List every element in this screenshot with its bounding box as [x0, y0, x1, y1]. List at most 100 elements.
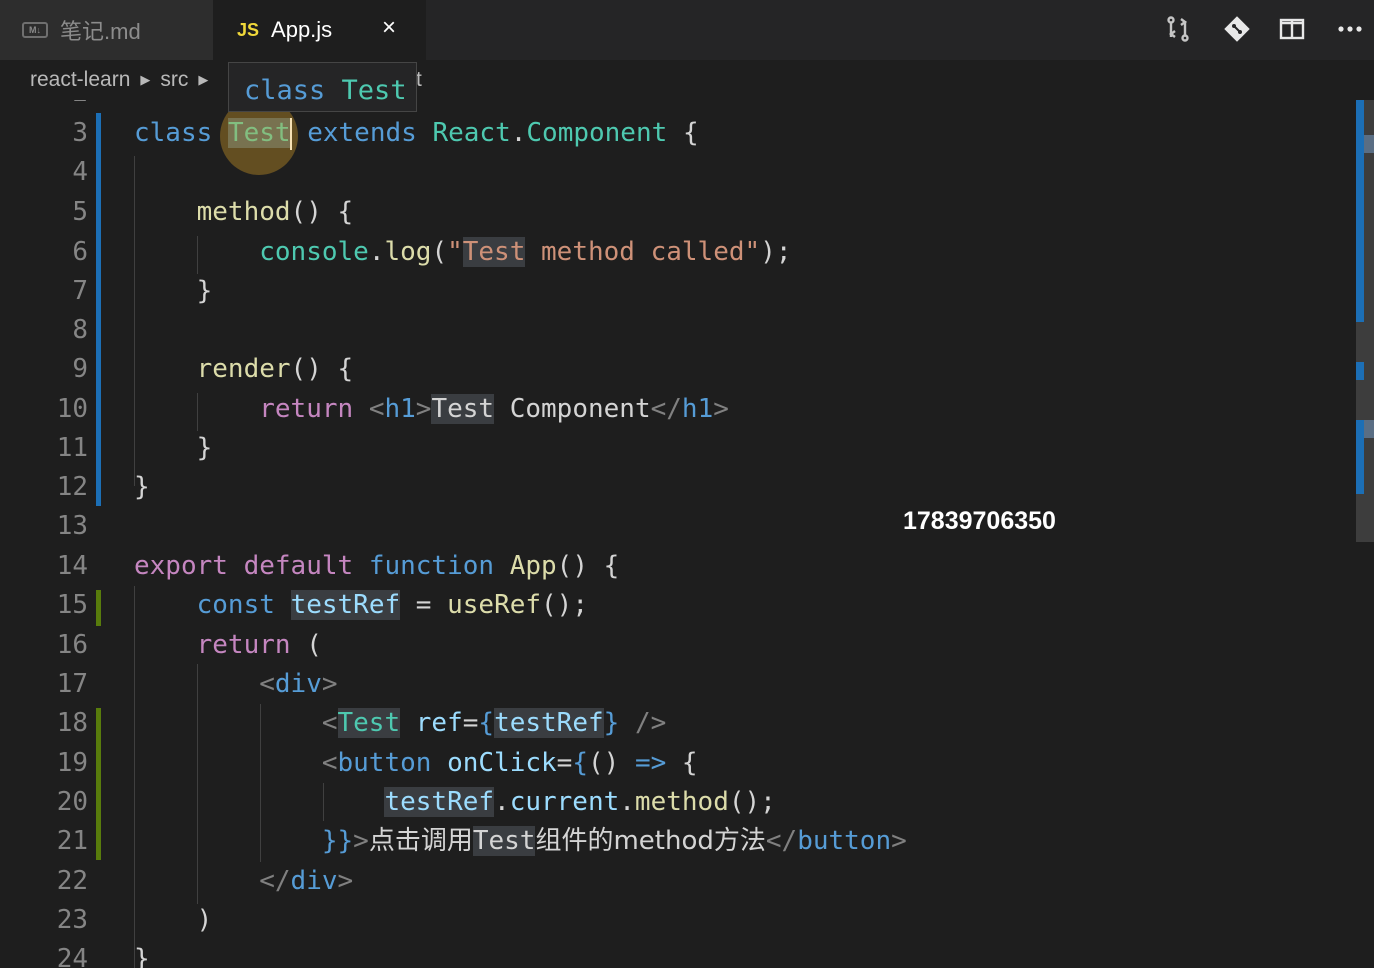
line-number: 17	[56, 669, 88, 699]
code-line: 15 const testRef = useRef();	[0, 585, 1355, 625]
line-number: 10	[56, 394, 88, 424]
overlay-watermark-number: 17839706350	[903, 507, 1056, 535]
token-tag-bracket: </	[650, 394, 682, 424]
token-arrow: =>	[634, 748, 667, 778]
token-operator: =	[400, 590, 448, 620]
token-punct: }	[196, 433, 213, 463]
line-number: 22	[56, 866, 88, 896]
token-brace: {	[478, 708, 495, 738]
code-line: 10 return <h1>Test Component</h1>	[0, 389, 1355, 429]
token-tag: div	[274, 669, 322, 699]
token-text-highlight: Test	[472, 826, 536, 856]
line-number: 21	[56, 826, 88, 856]
token-component-highlight: Test	[337, 708, 401, 738]
token-attribute: onClick	[431, 748, 557, 778]
token-punct: .	[494, 787, 510, 817]
token-punct: }	[134, 944, 150, 968]
code-editor[interactable]: 2 3 class Test extends React.Component {…	[0, 100, 1355, 968]
line-number: 5	[72, 197, 88, 227]
token-keyword: return	[196, 630, 291, 660]
token-tag-bracket: >	[891, 826, 907, 856]
markdown-icon: M↓	[22, 22, 48, 38]
code-line: 22 </div>	[0, 861, 1355, 901]
token-brace: {	[572, 748, 588, 778]
token-tag-bracket: >	[353, 826, 369, 856]
token-punct: }	[196, 276, 213, 306]
line-number: 18	[56, 708, 88, 738]
token-tag-bracket: >	[321, 669, 338, 699]
close-icon[interactable]: ×	[382, 14, 396, 42]
compare-changes-icon[interactable]	[1161, 12, 1195, 46]
token-tag: h1	[384, 394, 416, 424]
token-object: console	[259, 237, 369, 267]
breadcrumb-item-src[interactable]: src	[160, 68, 188, 92]
line-number: 15	[56, 590, 88, 620]
token-tag-bracket: >	[337, 866, 354, 896]
token-punct: () {	[290, 197, 354, 227]
token-function: log	[384, 237, 432, 267]
token-punct: ();	[728, 787, 776, 817]
vertical-scrollbar[interactable]	[1356, 100, 1374, 968]
code-line: 21 }}>点击调用Test组件的method方法</button>	[0, 821, 1355, 861]
chevron-right-icon: ▶	[140, 72, 151, 87]
tab-label: 笔记.md	[60, 19, 141, 44]
js-file-icon: JS	[237, 19, 260, 40]
code-line: 8	[0, 310, 1355, 350]
line-number: 9	[72, 354, 88, 384]
token-punct: ();	[541, 590, 588, 620]
token-punct: () {	[556, 551, 620, 581]
token-brace: }}	[321, 826, 354, 856]
breadcrumb-item-react-learn[interactable]: react-learn	[30, 68, 130, 92]
code-line: 20 testRef.current.method();	[0, 782, 1355, 822]
tab-notes-md[interactable]: M↓ 笔记.md	[0, 0, 213, 60]
token-keyword: const	[196, 590, 275, 620]
token-operator: =	[462, 708, 479, 738]
token-variable-highlight: testRef	[384, 787, 495, 817]
line-number: 19	[56, 748, 88, 778]
split-editor-icon[interactable]	[1275, 12, 1309, 46]
token-string: method called"	[525, 237, 761, 267]
token-brace: }	[603, 708, 620, 738]
code-line: 17 <div>	[0, 664, 1355, 704]
token-tag-bracket: />	[619, 708, 667, 738]
code-line: 2	[0, 100, 1355, 113]
tab-bar: M↓ 笔记.md JS App.js ×	[0, 0, 1374, 60]
line-number: 13	[56, 511, 88, 541]
token-tag-bracket: >	[713, 394, 729, 424]
git-open-changes-icon[interactable]	[1220, 12, 1254, 46]
token-text: Component	[494, 394, 651, 424]
token-property: current	[509, 787, 620, 817]
token-text: 组件的method方法	[535, 826, 766, 856]
more-actions-icon[interactable]	[1333, 12, 1367, 46]
code-line: 23 )	[0, 900, 1355, 940]
token-string: "	[447, 237, 463, 267]
token-punct: {	[666, 748, 698, 778]
token-function: method	[196, 197, 291, 227]
code-line: 11 }	[0, 428, 1355, 468]
code-line: 13	[0, 506, 1355, 546]
token-tag: button	[797, 826, 892, 856]
line-number: 12	[56, 472, 88, 502]
line-number: 16	[56, 630, 88, 660]
code-line: 18 <Test ref={testRef} />	[0, 703, 1355, 743]
overview-modified-mark	[1356, 420, 1364, 494]
token-keyword: default	[243, 551, 354, 581]
token-function: App	[509, 551, 557, 581]
tab-label: App.js	[271, 17, 333, 42]
token-punct: (	[290, 630, 322, 660]
line-number: 3	[72, 118, 88, 148]
code-line: 4	[0, 152, 1355, 192]
token-text-highlight: Test	[431, 394, 495, 424]
token-tag-bracket: <	[368, 394, 385, 424]
breadcrumb: react-learn ▶ src ▶ t	[0, 60, 1374, 100]
code-line: 9 render() {	[0, 349, 1355, 389]
tab-app-js[interactable]: JS App.js ×	[213, 0, 426, 60]
chevron-right-icon: ▶	[198, 72, 209, 87]
token-variable-highlight: testRef	[494, 708, 604, 738]
token-tag-bracket: <	[321, 708, 338, 738]
line-number: 6	[72, 237, 88, 267]
overview-selection-mark	[1364, 135, 1374, 153]
token-variable-highlight: testRef	[290, 590, 401, 620]
token-punct: ()	[587, 748, 635, 778]
token-punct: }	[134, 472, 150, 502]
